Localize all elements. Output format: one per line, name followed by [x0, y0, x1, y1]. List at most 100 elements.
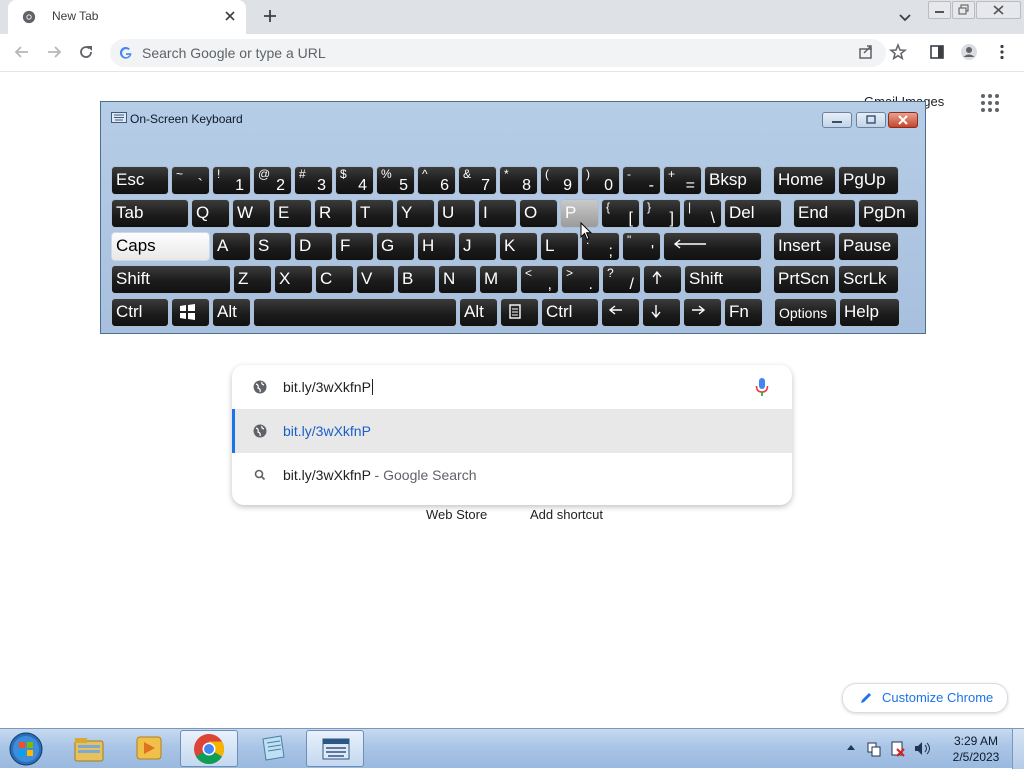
key-k[interactable]: K	[499, 232, 538, 261]
key-pgdn[interactable]: PgDn	[858, 199, 919, 228]
start-orb-icon[interactable]	[6, 731, 46, 767]
key-menu-key[interactable]	[500, 298, 539, 327]
key-v[interactable]: V	[356, 265, 395, 294]
suggestion-search-row[interactable]: bit.ly/3wXkfnP - Google Search	[232, 453, 792, 497]
key--[interactable]: }]	[642, 199, 681, 228]
reload-icon[interactable]	[77, 43, 95, 61]
key-scrlk[interactable]: ScrLk	[838, 265, 899, 294]
forward-arrow-icon[interactable]	[45, 43, 63, 61]
osk-minimize-button[interactable]	[822, 112, 852, 128]
key-caps[interactable]: Caps	[111, 232, 210, 261]
key-i[interactable]: I	[478, 199, 517, 228]
key-home[interactable]: Home	[773, 166, 836, 195]
key-1[interactable]: ! 1	[212, 166, 251, 195]
key-shift[interactable]: Shift	[684, 265, 762, 294]
omnibox[interactable]: Search Google or type a URL	[110, 39, 886, 67]
osk-close-button[interactable]	[888, 112, 918, 128]
taskbar-on-screen-keyboard[interactable]	[306, 730, 364, 767]
key-s[interactable]: S	[253, 232, 292, 261]
key-end[interactable]: End	[793, 199, 856, 228]
key-spacebar[interactable]	[253, 298, 457, 327]
search-input[interactable]: bit.ly/3wXkfnP	[283, 379, 373, 395]
taskbar-media-player[interactable]	[120, 730, 178, 767]
suggestion-url-row[interactable]: bit.ly/3wXkfnP	[232, 409, 792, 453]
key-x[interactable]: X	[274, 265, 313, 294]
key--[interactable]: ? /	[602, 265, 641, 294]
key-u[interactable]: U	[437, 199, 476, 228]
key--[interactable]: --	[622, 166, 661, 195]
close-tab-icon[interactable]	[222, 8, 238, 24]
customize-chrome-button[interactable]: Customize Chrome	[842, 683, 1008, 713]
tab-search-chevron-icon[interactable]	[896, 8, 914, 26]
key--[interactable]: {[	[601, 199, 640, 228]
key-g[interactable]: G	[376, 232, 415, 261]
key-r[interactable]: R	[314, 199, 353, 228]
shortcut-add-shortcut[interactable]: Add shortcut	[530, 507, 603, 522]
key-w[interactable]: W	[232, 199, 271, 228]
kebab-menu-icon[interactable]	[993, 43, 1011, 61]
key-2[interactable]: @2	[253, 166, 292, 195]
window-restore-button[interactable]	[952, 1, 975, 19]
osk-maximize-button[interactable]	[856, 112, 886, 128]
key-windows-logo[interactable]	[171, 298, 210, 327]
key-arrow-right[interactable]	[683, 298, 722, 327]
key-pause[interactable]: Pause	[838, 232, 899, 261]
key-l[interactable]: L	[540, 232, 579, 261]
key-q[interactable]: Q	[191, 199, 230, 228]
new-tab-plus-icon[interactable]	[262, 8, 278, 24]
shortcut-web-store[interactable]: Web Store	[426, 507, 487, 522]
system-tray-icons[interactable]	[844, 739, 936, 759]
key-f[interactable]: F	[335, 232, 374, 261]
key-pgup[interactable]: PgUp	[838, 166, 899, 195]
key-enter-arrow[interactable]	[663, 232, 762, 261]
window-close-button[interactable]	[976, 1, 1021, 19]
key-b[interactable]: B	[397, 265, 436, 294]
google-apps-grid-icon[interactable]	[980, 93, 1000, 113]
key-8[interactable]: * 8	[499, 166, 538, 195]
key-0[interactable]: ) 0	[581, 166, 620, 195]
taskbar-clock[interactable]: 3:29 AM 2/5/2023	[944, 733, 1008, 765]
key-9[interactable]: (9	[540, 166, 579, 195]
key-bksp[interactable]: Bksp	[704, 166, 762, 195]
key--[interactable]: ~ `	[171, 166, 210, 195]
voice-search-mic-icon[interactable]	[754, 377, 770, 397]
key-arrow-left[interactable]	[601, 298, 640, 327]
key-4[interactable]: $4	[335, 166, 374, 195]
key-e[interactable]: E	[273, 199, 312, 228]
key-insert[interactable]: Insert	[773, 232, 836, 261]
key-7[interactable]: & 7	[458, 166, 497, 195]
profile-avatar-icon[interactable]	[960, 43, 978, 61]
show-desktop-button[interactable]	[1012, 729, 1024, 769]
key-m[interactable]: M	[479, 265, 518, 294]
key-arrow-up[interactable]	[643, 265, 682, 294]
key-prtscn[interactable]: PrtScn	[773, 265, 836, 294]
key-arrow-down[interactable]	[642, 298, 681, 327]
key-tab[interactable]: Tab	[111, 199, 189, 228]
bookmark-star-icon[interactable]	[889, 43, 907, 61]
key-shift[interactable]: Shift	[111, 265, 231, 294]
key--[interactable]: " '	[622, 232, 661, 261]
key--[interactable]: <,	[520, 265, 559, 294]
key-help[interactable]: Help	[839, 298, 900, 327]
side-panel-icon[interactable]	[928, 43, 946, 61]
key-ctrl[interactable]: Ctrl	[111, 298, 169, 327]
key-fn[interactable]: Fn	[724, 298, 763, 327]
share-icon[interactable]	[857, 43, 875, 61]
tab-new-tab[interactable]: New Tab	[8, 0, 246, 34]
key-alt[interactable]: Alt	[459, 298, 498, 327]
key-alt[interactable]: Alt	[212, 298, 251, 327]
window-minimize-button[interactable]	[928, 1, 951, 19]
key-y[interactable]: Y	[396, 199, 435, 228]
key-h[interactable]: H	[417, 232, 456, 261]
key-5[interactable]: % 5	[376, 166, 415, 195]
back-arrow-icon[interactable]	[13, 43, 31, 61]
key-n[interactable]: N	[438, 265, 477, 294]
key-del[interactable]: Del	[724, 199, 782, 228]
key-d[interactable]: D	[294, 232, 333, 261]
key-z[interactable]: Z	[233, 265, 272, 294]
key-6[interactable]: ^ 6	[417, 166, 456, 195]
key-a[interactable]: A	[212, 232, 251, 261]
taskbar-notepad[interactable]	[244, 730, 302, 767]
taskbar-chrome[interactable]	[180, 730, 238, 767]
key-c[interactable]: C	[315, 265, 354, 294]
